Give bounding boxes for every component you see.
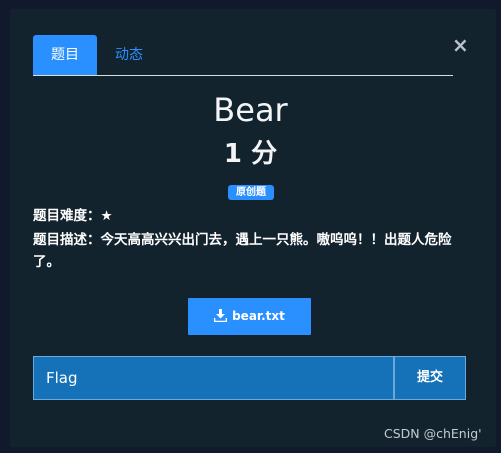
description-label: 题目描述： xyxy=(33,232,101,248)
challenge-title: Bear xyxy=(213,91,288,129)
difficulty-line: 题目难度：★ xyxy=(33,205,473,227)
download-icon xyxy=(213,309,228,323)
tab-activity[interactable]: 动态 xyxy=(113,35,145,75)
download-file-button[interactable]: bear.txt xyxy=(188,298,311,335)
original-tag-badge: 原创题 xyxy=(228,185,274,200)
submit-flag-button[interactable]: 提交 xyxy=(394,356,466,400)
challenge-tabs: 题目 动态 xyxy=(33,35,453,76)
challenge-points: 1 分 xyxy=(223,139,278,169)
description-block: 题目描述：今天高高兴兴出门去，遇上一只熊。嗷呜呜！！出题人危险了。 xyxy=(33,229,473,273)
difficulty-label: 题目难度： xyxy=(33,208,101,224)
tab-challenge[interactable]: 题目 xyxy=(33,35,97,75)
watermark-text: CSDN @chEnig' xyxy=(384,426,482,441)
difficulty-stars: ★ xyxy=(100,208,113,224)
close-icon[interactable]: × xyxy=(452,35,469,55)
flag-input[interactable] xyxy=(33,356,394,400)
download-file-name: bear.txt xyxy=(232,309,285,323)
